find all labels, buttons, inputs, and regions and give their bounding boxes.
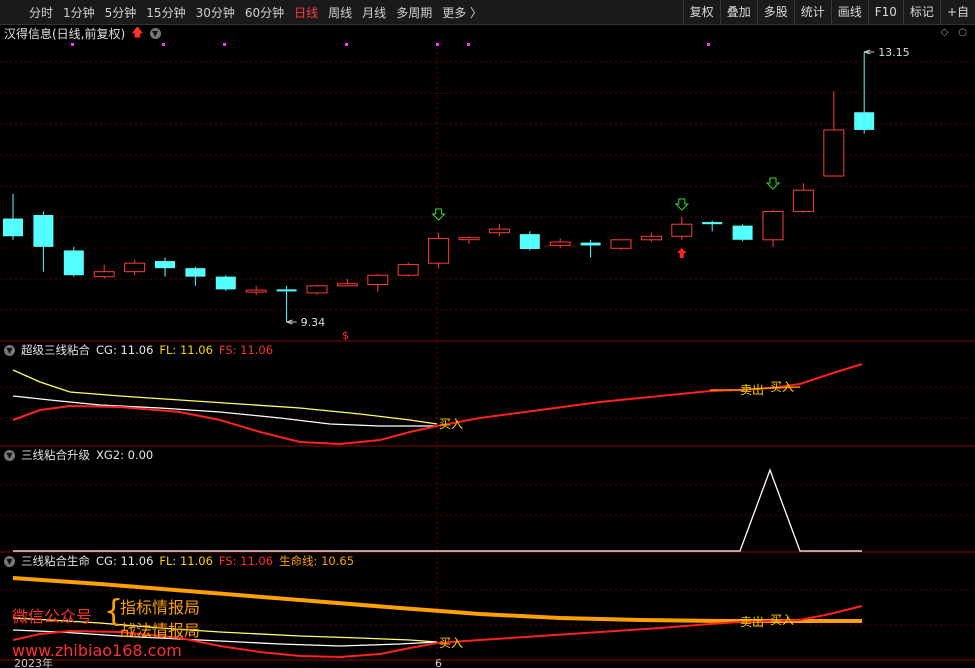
diamond-icon[interactable]: ◇ bbox=[941, 27, 949, 38]
sell-arrow-icon bbox=[765, 177, 781, 190]
buy-arrow-icon bbox=[676, 248, 687, 258]
sell-arrow-icon bbox=[431, 208, 446, 221]
candle-body bbox=[702, 222, 723, 225]
candle-body bbox=[367, 274, 389, 285]
high-pointer bbox=[864, 49, 875, 55]
panel3-fl: FL: 11.06 bbox=[159, 554, 213, 568]
candle-body bbox=[762, 210, 784, 241]
candle-body bbox=[306, 285, 328, 294]
marker-dot bbox=[436, 43, 439, 46]
signal-markers: $ bbox=[71, 43, 781, 342]
chevron-down-icon[interactable]: ▼ bbox=[4, 344, 15, 356]
candle-body bbox=[519, 234, 540, 250]
panel3-name: 三线粘合生命 bbox=[21, 554, 90, 568]
candle-body bbox=[93, 271, 115, 278]
candle-body bbox=[792, 189, 814, 212]
chevron-down-icon[interactable]: ▼ bbox=[4, 449, 15, 461]
buy-text: 买入 bbox=[439, 636, 463, 650]
candle-body bbox=[610, 239, 632, 249]
panel1-cg: CG: 11.06 bbox=[96, 343, 154, 357]
candle-body bbox=[671, 223, 693, 237]
candle-body bbox=[640, 235, 662, 241]
candle-body bbox=[63, 250, 84, 276]
panel1-fs: FS: 11.06 bbox=[218, 343, 274, 357]
candle-body bbox=[155, 261, 175, 269]
candle-body bbox=[3, 218, 23, 237]
panel1-fl: FL: 11.06 bbox=[159, 343, 213, 357]
panel2-xg: XG2: 0.00 bbox=[96, 448, 154, 462]
candle-body bbox=[823, 129, 845, 177]
candle-body bbox=[397, 264, 419, 276]
dollar-icon: $ bbox=[342, 329, 349, 342]
buy-text: 买入 bbox=[770, 613, 794, 627]
low-label: 9.34 bbox=[301, 316, 326, 329]
buy-text: 买入 bbox=[439, 417, 463, 431]
candle-body bbox=[336, 283, 358, 287]
candle-body bbox=[185, 268, 206, 277]
sell-arrow-icon bbox=[674, 198, 690, 211]
marker-dot bbox=[707, 43, 710, 46]
watermark-line2: 战法情报局 bbox=[120, 621, 201, 640]
panel2-header: ▼ 三线粘合升级 XG2: 0.00 bbox=[4, 447, 153, 463]
marker-dot bbox=[345, 43, 348, 46]
low-pointer bbox=[286, 319, 297, 325]
month-label: 6 bbox=[435, 657, 442, 668]
main-title-row: 汉得信息(日线,前复权) 🡅 ▼ bbox=[4, 25, 161, 41]
stock-title: 汉得信息(日线,前复权) bbox=[4, 26, 126, 41]
buy-text: 买入 bbox=[770, 380, 794, 394]
candle-body bbox=[428, 237, 450, 264]
fl-line bbox=[12, 369, 438, 425]
candle-body bbox=[580, 242, 601, 246]
corner-icons: ◇ ○ bbox=[941, 27, 967, 38]
candle-body bbox=[245, 289, 267, 293]
panel3-fs: FS: 11.06 bbox=[218, 554, 274, 568]
candle-body bbox=[549, 241, 571, 246]
chevron-down-icon[interactable]: ▼ bbox=[4, 555, 15, 567]
panel1-header: ▼ 超级三线粘合 CG: 11.06 FL: 11.06 FS: 11.06 bbox=[4, 342, 273, 358]
watermark-url: www.zhibiao168.com bbox=[12, 641, 182, 660]
candle-body bbox=[276, 289, 297, 292]
panel3-cg: CG: 11.06 bbox=[96, 554, 154, 568]
panel3-life: 生命线: 10.65 bbox=[279, 554, 355, 568]
panel2-name: 三线粘合升级 bbox=[21, 448, 90, 462]
candle-body bbox=[458, 237, 480, 241]
circle-icon[interactable]: ○ bbox=[958, 27, 967, 38]
candle-body bbox=[488, 228, 510, 234]
candle-body bbox=[732, 225, 753, 240]
candle-body bbox=[854, 112, 875, 130]
candlestick-series bbox=[3, 52, 875, 322]
panel3-header: ▼ 三线粘合生命 CG: 11.06 FL: 11.06 FS: 11.06 生… bbox=[4, 553, 354, 569]
sell-text: 卖出 bbox=[740, 615, 764, 629]
marker-dot bbox=[71, 43, 74, 46]
panel1-name: 超级三线粘合 bbox=[21, 343, 90, 357]
candle-body bbox=[124, 262, 146, 273]
up-arrow-icon: 🡅 bbox=[131, 24, 144, 39]
marker-dot bbox=[467, 43, 470, 46]
watermark-wechat: 微信公众号 bbox=[12, 607, 93, 626]
candle-body bbox=[215, 276, 236, 290]
chevron-down-icon[interactable]: ▼ bbox=[149, 27, 161, 39]
watermark-line1: 指标情报局 bbox=[120, 598, 201, 617]
high-label: 13.15 bbox=[878, 46, 910, 59]
candle-body bbox=[33, 214, 54, 247]
marker-dot bbox=[162, 43, 165, 46]
sell-text: 卖出 bbox=[740, 383, 764, 397]
marker-dot bbox=[223, 43, 226, 46]
